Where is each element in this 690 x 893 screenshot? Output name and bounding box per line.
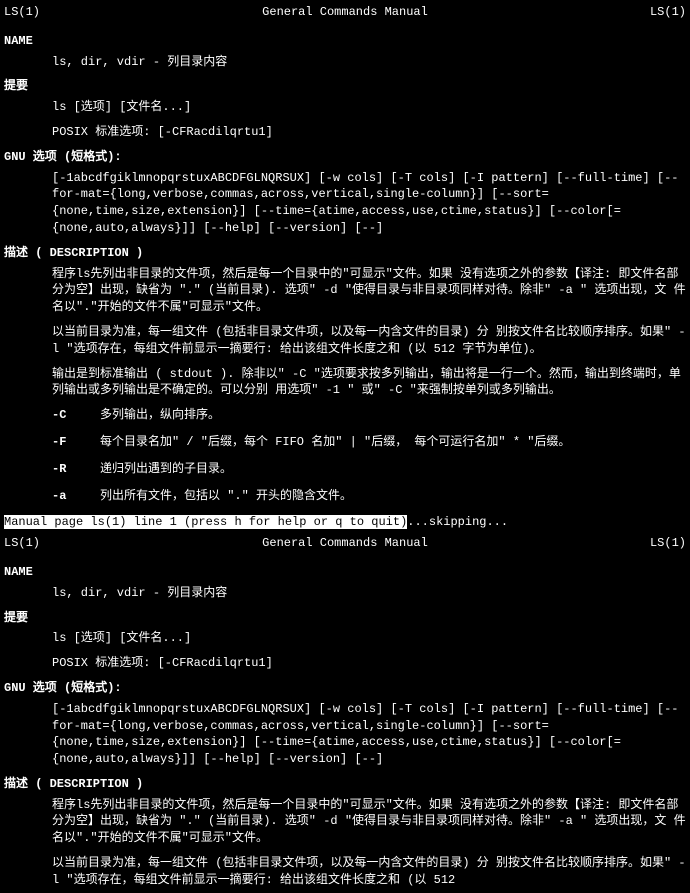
section-description-heading-2: 描述 ( DESCRIPTION ) bbox=[4, 776, 686, 793]
option-flag: -a bbox=[52, 488, 100, 505]
option-flag: -C bbox=[52, 407, 100, 424]
option-row: -a 列出所有文件，包括以 "." 开头的隐含文件。 bbox=[52, 488, 686, 505]
header-center: General Commands Manual bbox=[262, 4, 428, 21]
header-left: LS(1) bbox=[4, 535, 40, 552]
option-flag: -F bbox=[52, 434, 100, 451]
desc-para1: 程序ls先列出非目录的文件项，然后是每一个目录中的"可显示"文件。如果 没有选项… bbox=[52, 266, 686, 316]
synopsis-line1-2: ls [选项] [文件名...] bbox=[52, 630, 686, 647]
section-name-heading: NAME bbox=[4, 33, 686, 50]
option-desc: 多列输出，纵向排序。 bbox=[100, 407, 686, 424]
gnu-options-content: [-1abcdfgiklmnopqrstuxABCDFGLNQRSUX] [-w… bbox=[52, 170, 686, 237]
option-row: -C 多列输出，纵向排序。 bbox=[52, 407, 686, 424]
pager-status-after: ...skipping... bbox=[407, 515, 508, 529]
desc-para3: 输出是到标准输出 ( stdout ). 除非以" -C "选项要求按多列输出，… bbox=[52, 366, 686, 400]
man-header-top: LS(1) General Commands Manual LS(1) bbox=[4, 4, 686, 21]
option-desc: 递归列出遇到的子目录。 bbox=[100, 461, 686, 478]
header-left: LS(1) bbox=[4, 4, 40, 21]
option-desc: 每个目录名加" / "后缀，每个 FIFO 名加" | "后缀， 每个可运行名加… bbox=[100, 434, 686, 451]
man-header-repeat: LS(1) General Commands Manual LS(1) bbox=[4, 535, 686, 552]
pager-status-highlighted: Manual page ls(1) line 1 (press h for he… bbox=[4, 515, 407, 529]
header-right: LS(1) bbox=[650, 4, 686, 21]
section-gnu-heading-2: GNU 选项 (短格式): bbox=[4, 680, 686, 697]
desc-para2: 以当前目录为准，每一组文件 (包括非目录文件项，以及每一内含文件的目录) 分 别… bbox=[52, 324, 686, 358]
section-name-content-2: ls, dir, vdir - 列目录内容 bbox=[52, 585, 686, 602]
header-center: General Commands Manual bbox=[262, 535, 428, 552]
section-gnu-heading: GNU 选项 (短格式): bbox=[4, 149, 686, 166]
synopsis-line2: POSIX 标准选项: [-CFRacdilqrtu1] bbox=[52, 124, 686, 141]
option-desc: 列出所有文件，包括以 "." 开头的隐含文件。 bbox=[100, 488, 686, 505]
synopsis-line1: ls [选项] [文件名...] bbox=[52, 99, 686, 116]
section-description-heading: 描述 ( DESCRIPTION ) bbox=[4, 245, 686, 262]
desc-para2-partial: 以当前目录为准，每一组文件 (包括非目录文件项，以及每一内含文件的目录) 分 别… bbox=[52, 855, 686, 889]
desc-para1-2: 程序ls先列出非目录的文件项，然后是每一个目录中的"可显示"文件。如果 没有选项… bbox=[52, 797, 686, 847]
gnu-options-content-2: [-1abcdfgiklmnopqrstuxABCDFGLNQRSUX] [-w… bbox=[52, 701, 686, 768]
option-row: -R 递归列出遇到的子目录。 bbox=[52, 461, 686, 478]
option-flag: -R bbox=[52, 461, 100, 478]
synopsis-line2-2: POSIX 标准选项: [-CFRacdilqrtu1] bbox=[52, 655, 686, 672]
option-row: -F 每个目录名加" / "后缀，每个 FIFO 名加" | "后缀， 每个可运… bbox=[52, 434, 686, 451]
header-right: LS(1) bbox=[650, 535, 686, 552]
section-name-content: ls, dir, vdir - 列目录内容 bbox=[52, 54, 686, 71]
section-synopsis-heading-2: 提要 bbox=[4, 610, 686, 627]
section-synopsis-heading: 提要 bbox=[4, 78, 686, 95]
section-name-heading-2: NAME bbox=[4, 564, 686, 581]
pager-status-line[interactable]: Manual page ls(1) line 1 (press h for he… bbox=[4, 514, 686, 531]
